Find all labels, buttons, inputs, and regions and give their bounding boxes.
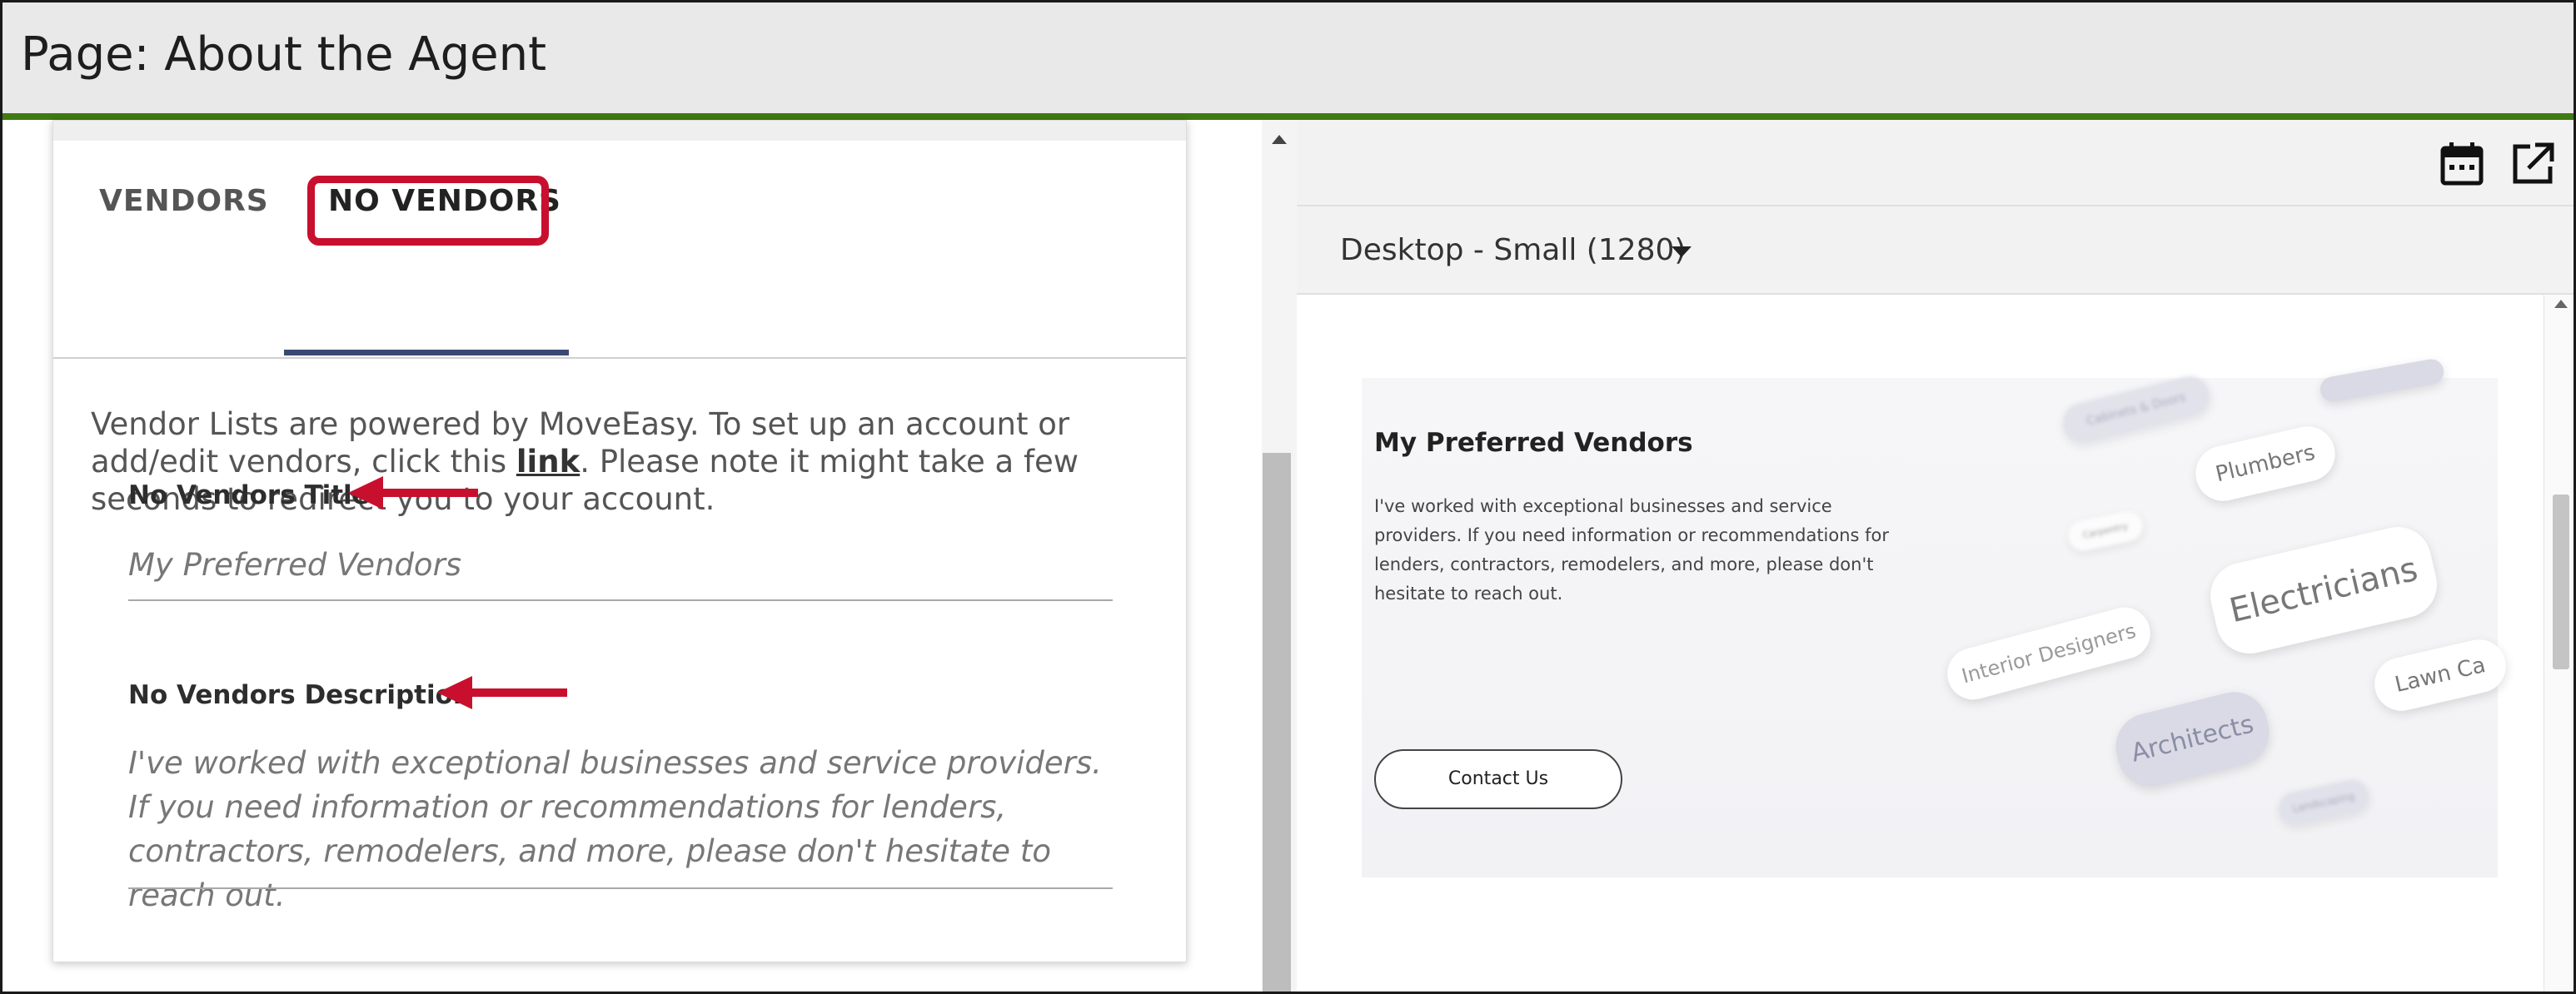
chevron-down-icon[interactable] — [1672, 246, 1692, 257]
preview-heading: My Preferred Vendors — [1374, 428, 1693, 458]
scroll-up-arrow-icon[interactable] — [1272, 135, 1287, 144]
active-tab-indicator — [284, 350, 569, 355]
page-header: Page: About the Agent — [2, 2, 2574, 116]
pill-carpentry: Carpentry — [2065, 509, 2145, 554]
device-selector-row: Desktop - Small (1280) — [1297, 206, 2574, 295]
pill-partial-top — [2318, 357, 2446, 404]
header-accent-bar — [2, 113, 2574, 120]
pill-electricians: Electricians — [2204, 520, 2444, 660]
preview-toolbar — [1297, 120, 2574, 206]
editor-scroll-thumb[interactable] — [1263, 453, 1291, 992]
pill-landscaping: Landscaping — [2275, 777, 2372, 828]
no-vendors-description-input[interactable]: I've worked with exceptional businesses … — [128, 741, 1113, 917]
tab-highlight-box — [307, 176, 549, 246]
page-title: Page: About the Agent — [21, 27, 547, 82]
preview-canvas: My Preferred Vendors I've worked with ex… — [1297, 295, 2544, 992]
title-input-underline — [128, 599, 1113, 601]
moveeasy-link[interactable]: link — [516, 444, 580, 480]
pill-cabinets: Cabinets & Doors — [2058, 371, 2215, 448]
preview-pane: Desktop - Small (1280) My Preferred Vend… — [1297, 120, 2574, 992]
no-vendors-description-label: No Vendors Description — [128, 680, 471, 710]
calendar-icon[interactable] — [2438, 140, 2486, 188]
vendors-hero-section: My Preferred Vendors I've worked with ex… — [1362, 357, 2512, 877]
device-size-dropdown[interactable]: Desktop - Small (1280) — [1340, 233, 1686, 267]
open-external-icon[interactable] — [2509, 140, 2557, 188]
title-annotation-arrow — [348, 476, 478, 509]
screenshot-frame: Page: About the Agent VENDORS NO VENDORS… — [0, 0, 2576, 994]
tab-bar: VENDORS NO VENDORS — [53, 141, 1186, 359]
preview-scroll-thumb[interactable] — [2553, 495, 2569, 669]
tab-vendors[interactable]: VENDORS — [99, 184, 269, 218]
contact-us-button[interactable]: Contact Us — [1374, 749, 1622, 809]
description-annotation-arrow — [437, 676, 567, 709]
pill-lawn-care: Lawn Ca — [2369, 634, 2512, 717]
description-input-underline — [128, 887, 1113, 889]
pill-plumbers: Plumbers — [2190, 420, 2341, 507]
editor-panel: VENDORS NO VENDORS Vendor Lists are powe… — [52, 120, 1187, 962]
pill-interior-designers: Interior Designers — [1941, 601, 2156, 706]
no-vendors-title-input[interactable]: My Preferred Vendors — [128, 547, 461, 583]
tab-bar-divider — [53, 357, 1186, 359]
panel-top-strip — [53, 121, 1186, 141]
editor-scrollbar[interactable] — [1262, 120, 1297, 992]
preview-scrollbar[interactable] — [2544, 295, 2574, 992]
preview-scroll-up-icon[interactable] — [2554, 300, 2568, 308]
no-vendors-title-label: No Vendors Title — [128, 480, 370, 510]
preview-description: I've worked with exceptional businesses … — [1374, 496, 1890, 604]
pill-architects: Architects — [2109, 684, 2276, 794]
